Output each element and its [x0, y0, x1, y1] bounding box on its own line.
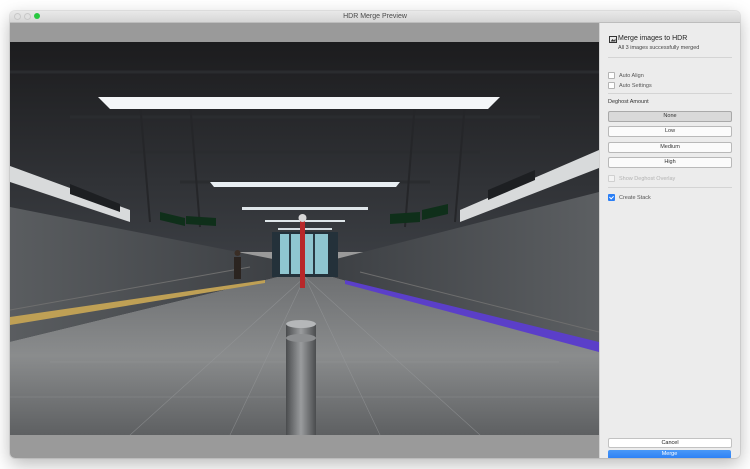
- hdr-image-icon: [609, 36, 617, 43]
- deghost-medium-button[interactable]: Medium: [608, 142, 732, 153]
- cancel-button[interactable]: Cancel: [608, 438, 732, 448]
- auto-align-checkbox-box[interactable]: [608, 72, 615, 79]
- auto-settings-checkbox-box[interactable]: [608, 82, 615, 89]
- deghost-low-button[interactable]: Low: [608, 126, 732, 137]
- show-deghost-overlay-checkbox[interactable]: Show Deghost Overlay: [608, 175, 675, 182]
- auto-settings-checkbox[interactable]: Auto Settings: [608, 82, 652, 89]
- title-bar[interactable]: HDR Merge Preview: [10, 11, 740, 23]
- divider: [608, 57, 732, 58]
- show-deghost-overlay-checkbox-box[interactable]: [608, 175, 615, 182]
- divider: [608, 187, 732, 188]
- merge-status-text: All 3 images successfully merged: [618, 45, 700, 51]
- deghost-none-button[interactable]: None: [608, 111, 732, 122]
- auto-align-label: Auto Align: [619, 72, 644, 79]
- hdr-preview-image: [10, 42, 599, 435]
- merge-button[interactable]: Merge: [608, 450, 731, 458]
- create-stack-checkbox-box[interactable]: [608, 194, 615, 201]
- hdr-merge-window: HDR Merge Preview Merge images to HDR Al…: [10, 11, 740, 458]
- auto-align-checkbox[interactable]: Auto Align: [608, 72, 644, 79]
- create-stack-label: Create Stack: [619, 194, 651, 201]
- create-stack-checkbox[interactable]: Create Stack: [608, 194, 651, 201]
- hdr-preview-area: [10, 23, 599, 458]
- panel-heading: Merge images to HDR: [618, 35, 688, 42]
- merge-options-panel: Merge images to HDR All 3 images success…: [599, 23, 740, 458]
- show-deghost-overlay-label: Show Deghost Overlay: [619, 175, 676, 182]
- deghost-high-button[interactable]: High: [608, 157, 732, 168]
- auto-settings-label: Auto Settings: [619, 82, 652, 89]
- deghost-amount-label: Deghost Amount: [608, 99, 649, 105]
- window-title: HDR Merge Preview: [343, 13, 407, 20]
- divider: [608, 93, 732, 94]
